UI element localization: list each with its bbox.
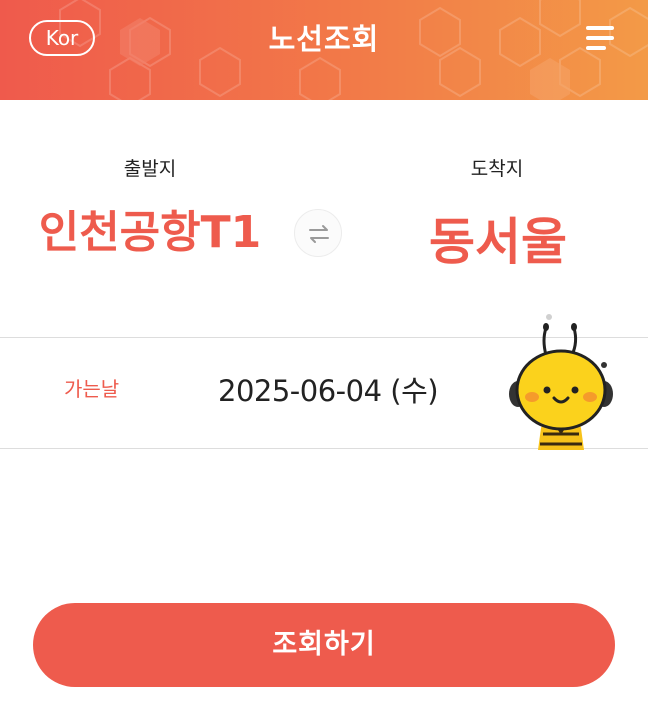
bee-mascot-icon [509,314,613,450]
arrival-label: 도착지 [470,158,524,180]
page-title: 노선조회 [268,22,380,56]
swap-arrows-icon [309,225,329,243]
route-search-page: Kor 노선조회 출발지 인천공항T1 도착지 동서울 가는날 2025-06-… [0,0,648,719]
arrival-value[interactable]: 동서울 [378,202,618,274]
date-value[interactable]: 2025-06-04 (수) [218,368,439,410]
departure-label: 출발지 [123,158,177,180]
search-button[interactable]: 조회하기 [33,603,615,687]
date-label: 가는날 [64,377,120,401]
swap-route-button[interactable] [294,209,342,257]
menu-button[interactable] [584,24,618,52]
departure-value[interactable]: 인천공항T1 [30,196,270,260]
hamburger-icon [586,26,614,50]
app-header: Kor 노선조회 [0,0,648,100]
